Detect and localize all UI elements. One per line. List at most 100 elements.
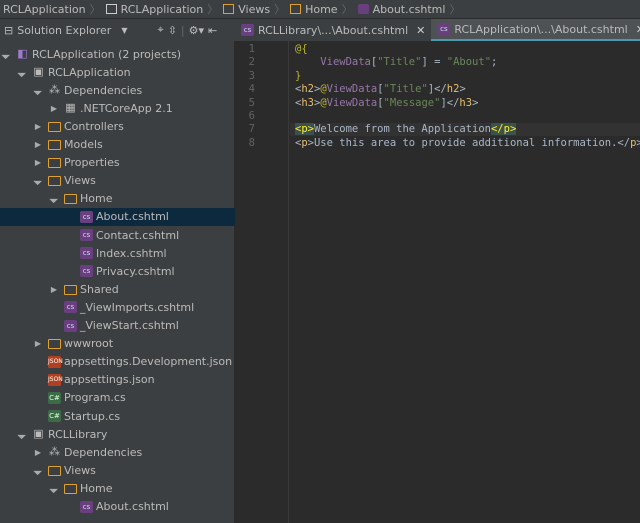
- tree-item[interactable]: ◢ Home: [0, 190, 235, 208]
- divider: |: [180, 23, 185, 37]
- folder-icon: [64, 284, 77, 295]
- line-number: 2: [248, 56, 255, 69]
- panel-title[interactable]: Solution Explorer: [17, 24, 111, 37]
- tree-item[interactable]: ▶ Controllers: [0, 117, 235, 135]
- caret-right-icon[interactable]: ▶: [33, 158, 43, 167]
- line-number: 8: [248, 136, 255, 149]
- tree-item[interactable]: ◢ ▣ RCLLibrary: [0, 425, 235, 443]
- tree-item-label: Home: [80, 192, 113, 206]
- tree-item[interactable]: ▶ Models: [0, 136, 235, 154]
- json-icon: JSON: [48, 373, 63, 386]
- tree-item[interactable]: ▶ Shared: [0, 280, 235, 298]
- caret-right-icon[interactable]: ▶: [33, 448, 43, 457]
- caret-right-icon[interactable]: ▶: [33, 339, 43, 348]
- code-line[interactable]: <h2>@ViewData["Title"]</h2>: [295, 83, 466, 95]
- tree-item[interactable]: ◢ ◧ RCLApplication (2 projects): [0, 45, 235, 63]
- tree-item-label: Dependencies: [64, 445, 143, 459]
- caret-down-icon[interactable]: ◢: [0, 47, 13, 60]
- tree-item[interactable]: ◢ Views: [0, 461, 235, 479]
- tree-item[interactable]: cs About.cshtml: [0, 498, 235, 516]
- folder-icon: [48, 140, 61, 150]
- breadcrumb-item[interactable]: RCLApplication: [0, 3, 90, 16]
- tab-label: RCLApplication\...\About.cshtml: [454, 22, 628, 36]
- tree-item[interactable]: JSON appsettings.Development.json: [0, 353, 235, 371]
- caret-down-icon[interactable]: ◢: [15, 427, 28, 440]
- chevron-down-icon[interactable]: ▼: [121, 26, 127, 35]
- tree-item-label: RCLLibrary: [48, 427, 108, 441]
- tree-item[interactable]: ▶ Properties: [0, 154, 235, 172]
- folder-icon: [223, 4, 235, 14]
- tree-item[interactable]: ▶ ⁂ Dependencies: [0, 443, 235, 461]
- code-line[interactable]: <p>Use this area to provide additional i…: [295, 137, 640, 149]
- caret-down-icon[interactable]: ◢: [15, 65, 28, 78]
- code-line[interactable]: <p>Welcome from the Application</p>: [295, 123, 517, 136]
- dependencies-icon: ⁂: [49, 445, 60, 459]
- gear-icon[interactable]: ⚙▾: [189, 24, 204, 37]
- caret-down-icon[interactable]: ◢: [47, 482, 60, 495]
- tree-item-label: RCLApplication: [48, 65, 131, 79]
- hide-icon[interactable]: ⇤: [208, 24, 217, 37]
- breadcrumb-label: RCLApplication: [120, 2, 204, 16]
- tree-item-label: Views: [64, 174, 96, 188]
- caret-right-icon[interactable]: ▶: [49, 285, 59, 294]
- cshtml-icon: cs: [80, 265, 93, 278]
- tab-rcllibrary-about[interactable]: cs RCLLibrary\...\About.cshtml ✕: [235, 19, 431, 41]
- caret-down-icon[interactable]: ◢: [31, 464, 44, 477]
- tree-item[interactable]: cs Index.cshtml: [0, 244, 235, 262]
- breadcrumb-item[interactable]: Home: [287, 3, 341, 16]
- breadcrumb-item[interactable]: About.cshtml: [355, 3, 450, 16]
- tree-item-label: _ViewStart.cshtml: [80, 319, 179, 332]
- cshtml-icon: cs: [241, 24, 254, 36]
- code-line[interactable]: }: [295, 70, 301, 82]
- tree-item-label: _ViewImports.cshtml: [80, 300, 195, 314]
- tree-item[interactable]: ◢ Views: [0, 172, 235, 190]
- tree-item[interactable]: ▶ ▦ .NETCoreApp 2.1: [0, 99, 235, 117]
- close-icon[interactable]: ✕: [636, 23, 640, 36]
- breadcrumb-label: RCLApplication: [3, 2, 86, 16]
- breadcrumb-item[interactable]: RCLApplication: [103, 3, 208, 16]
- code-line[interactable]: ViewData["Title"] = "About";: [295, 56, 497, 68]
- caret-right-icon[interactable]: ▶: [49, 104, 59, 113]
- code-line[interactable]: @{: [295, 43, 308, 55]
- line-number: 7: [248, 123, 255, 136]
- tree-item[interactable]: cs _ViewStart.cshtml: [0, 317, 235, 335]
- chevron-right-icon: 〉: [274, 3, 286, 16]
- tree-item[interactable]: ◢ ▣ RCLApplication: [0, 63, 235, 81]
- caret-down-icon[interactable]: ◢: [47, 192, 60, 205]
- tree-item[interactable]: cs Privacy.cshtml: [0, 262, 235, 280]
- code-line[interactable]: <h3>@ViewData["Message"]</h3>: [295, 97, 478, 109]
- caret-down-icon[interactable]: ◢: [31, 83, 44, 96]
- dependencies-icon: ⁂: [49, 83, 60, 97]
- framework-icon: ▦: [65, 101, 76, 115]
- tree-item[interactable]: cs Contact.cshtml: [0, 226, 235, 244]
- tree-item-label: RCLApplication (2 projects): [32, 47, 182, 61]
- breadcrumb-label: Views: [238, 2, 271, 16]
- tree-item[interactable]: cs About.cshtml: [0, 207, 235, 226]
- tree-item[interactable]: cs _ViewImports.cshtml: [0, 298, 235, 316]
- locate-icon[interactable]: ⌖: [157, 23, 163, 37]
- cshtml-icon: cs: [437, 23, 451, 35]
- cshtml-icon: cs: [64, 301, 77, 314]
- tree-item-label: Dependencies: [64, 83, 143, 97]
- json-icon: JSON: [48, 355, 63, 368]
- tree-item[interactable]: JSON appsettings.json: [0, 371, 235, 389]
- tree-item-label: About.cshtml: [96, 210, 169, 224]
- tree-item[interactable]: C# Startup.cs: [0, 407, 235, 425]
- tree-item[interactable]: C# Program.cs: [0, 389, 235, 407]
- caret-down-icon[interactable]: ◢: [31, 174, 44, 187]
- folder-icon: [48, 176, 61, 187]
- tree-item-label: Index.cshtml: [96, 246, 167, 260]
- tree-item[interactable]: ◢ Home: [0, 479, 235, 497]
- breadcrumb-item[interactable]: Views: [220, 3, 274, 16]
- tree-item-label: .NETCoreApp 2.1: [80, 101, 173, 115]
- tab-rclapplication-about[interactable]: csRCLApplication\...\About.cshtml ✕: [431, 19, 640, 41]
- close-icon[interactable]: ✕: [416, 24, 425, 37]
- collapse-all-icon[interactable]: ⇳: [168, 24, 177, 37]
- caret-right-icon[interactable]: ▶: [33, 122, 43, 131]
- tree-item[interactable]: ▶ wwwroot: [0, 335, 235, 353]
- cs-icon: C#: [48, 391, 61, 404]
- caret-right-icon[interactable]: ▶: [33, 140, 43, 149]
- code-editor[interactable]: 1 @{2 ViewData["Title"] = "About"; 3} 4 <h2>…: [235, 41, 640, 523]
- solution-icon: ◧: [17, 47, 28, 60]
- tree-item[interactable]: ◢ ⁂ Dependencies: [0, 81, 235, 99]
